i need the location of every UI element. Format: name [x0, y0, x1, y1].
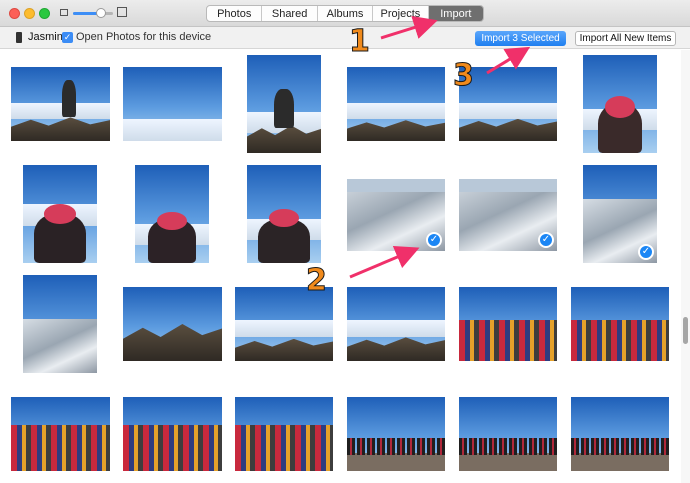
photo-thumbnail[interactable]	[459, 397, 557, 471]
minimize-window-button[interactable]	[24, 8, 35, 19]
photo-thumbnail-selected[interactable]: ✓	[583, 165, 657, 263]
photo-thumbnail[interactable]	[571, 287, 669, 361]
photo-thumbnail[interactable]	[247, 165, 321, 263]
zoom-window-button[interactable]	[39, 8, 50, 19]
slider-knob[interactable]	[96, 8, 106, 18]
photo-thumbnail[interactable]	[235, 287, 333, 361]
selected-check-icon: ✓	[426, 232, 442, 248]
annotation-step-1: 1	[349, 24, 371, 60]
tab-photos[interactable]: Photos	[207, 6, 263, 21]
photo-thumbnail[interactable]	[347, 287, 445, 361]
import-all-new-button[interactable]: Import All New Items	[575, 31, 676, 46]
photo-thumbnail-selected[interactable]: ✓	[459, 179, 557, 251]
photo-thumbnail[interactable]	[135, 165, 209, 263]
photo-thumbnail-selected[interactable]: ✓	[347, 179, 445, 251]
photo-grid: ✓ ✓ ✓	[0, 50, 676, 483]
open-photos-checkbox[interactable]: ✓	[62, 32, 73, 43]
photo-thumbnail[interactable]	[583, 55, 657, 153]
selected-check-icon: ✓	[538, 232, 554, 248]
tab-projects[interactable]: Projects	[373, 6, 429, 21]
tab-albums[interactable]: Albums	[318, 6, 374, 21]
selected-check-icon: ✓	[638, 244, 654, 260]
tab-shared[interactable]: Shared	[262, 6, 318, 21]
small-thumbnail-icon	[60, 9, 68, 16]
photo-thumbnail[interactable]	[347, 67, 445, 141]
annotation-step-3: 3	[453, 58, 475, 94]
annotation-step-2: 2	[306, 263, 328, 299]
photo-thumbnail[interactable]	[11, 67, 110, 141]
view-tabs: Photos Shared Albums Projects Import	[206, 5, 484, 22]
vertical-scrollbar[interactable]	[681, 50, 690, 483]
photo-thumbnail[interactable]	[123, 287, 222, 361]
thumbnail-size-slider[interactable]	[73, 12, 113, 15]
photo-thumbnail[interactable]	[123, 67, 222, 141]
photo-thumbnail[interactable]	[23, 275, 97, 373]
iphone-icon	[16, 32, 22, 43]
photo-thumbnail[interactable]	[23, 165, 97, 263]
photo-thumbnail[interactable]	[571, 397, 669, 471]
device-name: Jasmin	[28, 31, 63, 43]
photo-thumbnail[interactable]	[247, 55, 321, 153]
large-thumbnail-icon	[117, 7, 127, 17]
photo-thumbnail[interactable]	[11, 397, 110, 471]
photo-thumbnail[interactable]	[459, 287, 557, 361]
photo-thumbnail[interactable]	[235, 397, 333, 471]
title-bar: Photos Shared Albums Projects Import	[0, 0, 690, 27]
open-photos-label[interactable]: Open Photos for this device	[76, 31, 211, 43]
import-selected-button[interactable]: Import 3 Selected	[475, 31, 566, 46]
photo-thumbnail[interactable]	[347, 397, 445, 471]
scroll-thumb[interactable]	[683, 317, 688, 344]
close-window-button[interactable]	[9, 8, 20, 19]
tab-import[interactable]: Import	[428, 6, 483, 21]
photo-thumbnail[interactable]	[123, 397, 222, 471]
